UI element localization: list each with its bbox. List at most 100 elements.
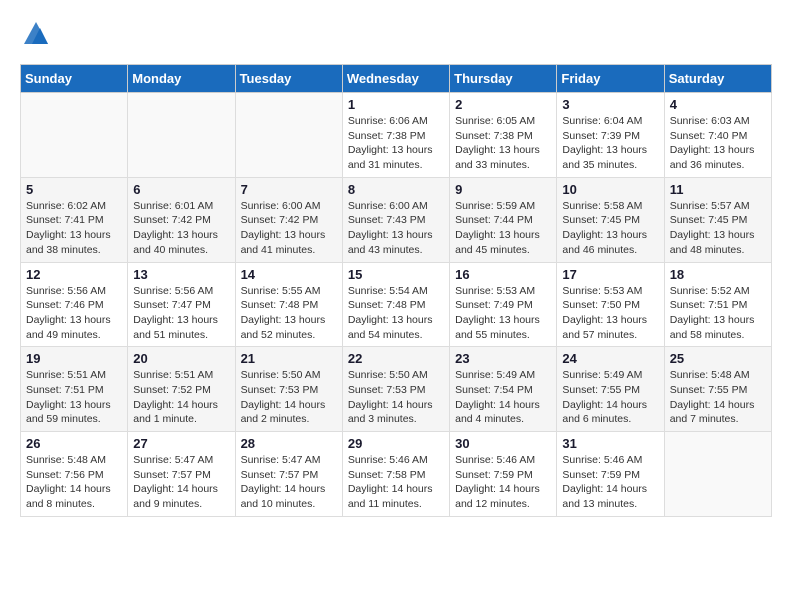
day-number: 19 [26, 351, 122, 366]
day-number: 20 [133, 351, 229, 366]
week-row-1: 1 Sunrise: 6:06 AM Sunset: 7:38 PM Daylig… [21, 93, 772, 178]
week-row-2: 5 Sunrise: 6:02 AM Sunset: 7:41 PM Daylig… [21, 177, 772, 262]
day-number: 31 [562, 436, 658, 451]
day-info: Sunrise: 6:03 AM Sunset: 7:40 PM Dayligh… [670, 114, 766, 173]
day-cell: 4 Sunrise: 6:03 AM Sunset: 7:40 PM Daylig… [664, 93, 771, 178]
day-info: Sunrise: 5:59 AM Sunset: 7:44 PM Dayligh… [455, 199, 551, 258]
day-info: Sunrise: 5:56 AM Sunset: 7:46 PM Dayligh… [26, 284, 122, 343]
day-info: Sunrise: 5:55 AM Sunset: 7:48 PM Dayligh… [241, 284, 337, 343]
day-number: 18 [670, 267, 766, 282]
logo-icon [22, 20, 50, 48]
day-cell: 26 Sunrise: 5:48 AM Sunset: 7:56 PM Dayli… [21, 432, 128, 517]
day-number: 6 [133, 182, 229, 197]
logo [20, 20, 50, 48]
day-info: Sunrise: 6:00 AM Sunset: 7:42 PM Dayligh… [241, 199, 337, 258]
week-row-4: 19 Sunrise: 5:51 AM Sunset: 7:51 PM Dayli… [21, 347, 772, 432]
day-number: 2 [455, 97, 551, 112]
day-header-saturday: Saturday [664, 65, 771, 93]
day-cell: 1 Sunrise: 6:06 AM Sunset: 7:38 PM Daylig… [342, 93, 449, 178]
day-info: Sunrise: 6:02 AM Sunset: 7:41 PM Dayligh… [26, 199, 122, 258]
day-number: 11 [670, 182, 766, 197]
day-cell: 7 Sunrise: 6:00 AM Sunset: 7:42 PM Daylig… [235, 177, 342, 262]
day-number: 7 [241, 182, 337, 197]
day-number: 5 [26, 182, 122, 197]
day-number: 12 [26, 267, 122, 282]
header [20, 20, 772, 48]
day-info: Sunrise: 5:46 AM Sunset: 7:59 PM Dayligh… [455, 453, 551, 512]
day-cell: 20 Sunrise: 5:51 AM Sunset: 7:52 PM Dayli… [128, 347, 235, 432]
day-number: 17 [562, 267, 658, 282]
day-info: Sunrise: 6:05 AM Sunset: 7:38 PM Dayligh… [455, 114, 551, 173]
day-cell: 30 Sunrise: 5:46 AM Sunset: 7:59 PM Dayli… [450, 432, 557, 517]
week-row-3: 12 Sunrise: 5:56 AM Sunset: 7:46 PM Dayli… [21, 262, 772, 347]
day-cell: 25 Sunrise: 5:48 AM Sunset: 7:55 PM Dayli… [664, 347, 771, 432]
day-info: Sunrise: 5:58 AM Sunset: 7:45 PM Dayligh… [562, 199, 658, 258]
day-info: Sunrise: 5:48 AM Sunset: 7:55 PM Dayligh… [670, 368, 766, 427]
day-header-friday: Friday [557, 65, 664, 93]
day-info: Sunrise: 5:53 AM Sunset: 7:49 PM Dayligh… [455, 284, 551, 343]
day-cell: 15 Sunrise: 5:54 AM Sunset: 7:48 PM Dayli… [342, 262, 449, 347]
day-number: 23 [455, 351, 551, 366]
day-cell: 13 Sunrise: 5:56 AM Sunset: 7:47 PM Dayli… [128, 262, 235, 347]
day-cell: 18 Sunrise: 5:52 AM Sunset: 7:51 PM Dayli… [664, 262, 771, 347]
day-info: Sunrise: 5:53 AM Sunset: 7:50 PM Dayligh… [562, 284, 658, 343]
day-cell: 24Sunrise: 5:49 AM Sunset: 7:55 PM Dayli… [557, 347, 664, 432]
day-number: 1 [348, 97, 444, 112]
day-info: Sunrise: 5:51 AM Sunset: 7:51 PM Dayligh… [26, 368, 122, 427]
day-info: Sunrise: 5:50 AM Sunset: 7:53 PM Dayligh… [348, 368, 444, 427]
day-cell: 31 Sunrise: 5:46 AM Sunset: 7:59 PM Dayli… [557, 432, 664, 517]
day-header-wednesday: Wednesday [342, 65, 449, 93]
day-cell [21, 93, 128, 178]
day-number: 15 [348, 267, 444, 282]
day-number: 21 [241, 351, 337, 366]
day-info: Sunrise: 6:06 AM Sunset: 7:38 PM Dayligh… [348, 114, 444, 173]
day-cell [128, 93, 235, 178]
day-cell: 2 Sunrise: 6:05 AM Sunset: 7:38 PM Daylig… [450, 93, 557, 178]
day-number: 30 [455, 436, 551, 451]
calendar-table: SundayMondayTuesdayWednesdayThursdayFrid… [20, 64, 772, 517]
day-cell: 23 Sunrise: 5:49 AM Sunset: 7:54 PM Dayli… [450, 347, 557, 432]
day-info: Sunrise: 5:49 AM Sunset: 7:55 PM Dayligh… [562, 368, 658, 427]
day-info: Sunrise: 5:51 AM Sunset: 7:52 PM Dayligh… [133, 368, 229, 427]
day-header-sunday: Sunday [21, 65, 128, 93]
day-number: 9 [455, 182, 551, 197]
day-number: 28 [241, 436, 337, 451]
day-number: 16 [455, 267, 551, 282]
day-cell: 8Sunrise: 6:00 AM Sunset: 7:43 PM Daylig… [342, 177, 449, 262]
day-info: Sunrise: 6:01 AM Sunset: 7:42 PM Dayligh… [133, 199, 229, 258]
day-cell: 27Sunrise: 5:47 AM Sunset: 7:57 PM Dayli… [128, 432, 235, 517]
day-info: Sunrise: 5:46 AM Sunset: 7:58 PM Dayligh… [348, 453, 444, 512]
day-cell: 16 Sunrise: 5:53 AM Sunset: 7:49 PM Dayli… [450, 262, 557, 347]
day-cell: 14Sunrise: 5:55 AM Sunset: 7:48 PM Dayli… [235, 262, 342, 347]
day-info: Sunrise: 5:56 AM Sunset: 7:47 PM Dayligh… [133, 284, 229, 343]
day-cell: 9 Sunrise: 5:59 AM Sunset: 7:44 PM Daylig… [450, 177, 557, 262]
day-info: Sunrise: 6:00 AM Sunset: 7:43 PM Dayligh… [348, 199, 444, 258]
day-number: 10 [562, 182, 658, 197]
day-number: 22 [348, 351, 444, 366]
day-info: Sunrise: 6:04 AM Sunset: 7:39 PM Dayligh… [562, 114, 658, 173]
day-number: 27 [133, 436, 229, 451]
day-cell: 21 Sunrise: 5:50 AM Sunset: 7:53 PM Dayli… [235, 347, 342, 432]
day-number: 13 [133, 267, 229, 282]
day-info: Sunrise: 5:48 AM Sunset: 7:56 PM Dayligh… [26, 453, 122, 512]
day-cell: 5 Sunrise: 6:02 AM Sunset: 7:41 PM Daylig… [21, 177, 128, 262]
day-cell [235, 93, 342, 178]
day-info: Sunrise: 5:49 AM Sunset: 7:54 PM Dayligh… [455, 368, 551, 427]
day-number: 3 [562, 97, 658, 112]
days-header-row: SundayMondayTuesdayWednesdayThursdayFrid… [21, 65, 772, 93]
day-info: Sunrise: 5:54 AM Sunset: 7:48 PM Dayligh… [348, 284, 444, 343]
day-cell: 29 Sunrise: 5:46 AM Sunset: 7:58 PM Dayli… [342, 432, 449, 517]
day-number: 4 [670, 97, 766, 112]
day-header-thursday: Thursday [450, 65, 557, 93]
day-info: Sunrise: 5:57 AM Sunset: 7:45 PM Dayligh… [670, 199, 766, 258]
day-info: Sunrise: 5:52 AM Sunset: 7:51 PM Dayligh… [670, 284, 766, 343]
day-number: 25 [670, 351, 766, 366]
day-number: 26 [26, 436, 122, 451]
day-number: 29 [348, 436, 444, 451]
day-cell: 19 Sunrise: 5:51 AM Sunset: 7:51 PM Dayli… [21, 347, 128, 432]
day-cell: 12 Sunrise: 5:56 AM Sunset: 7:46 PM Dayli… [21, 262, 128, 347]
day-header-monday: Monday [128, 65, 235, 93]
day-info: Sunrise: 5:50 AM Sunset: 7:53 PM Dayligh… [241, 368, 337, 427]
week-row-5: 26 Sunrise: 5:48 AM Sunset: 7:56 PM Dayli… [21, 432, 772, 517]
day-info: Sunrise: 5:46 AM Sunset: 7:59 PM Dayligh… [562, 453, 658, 512]
